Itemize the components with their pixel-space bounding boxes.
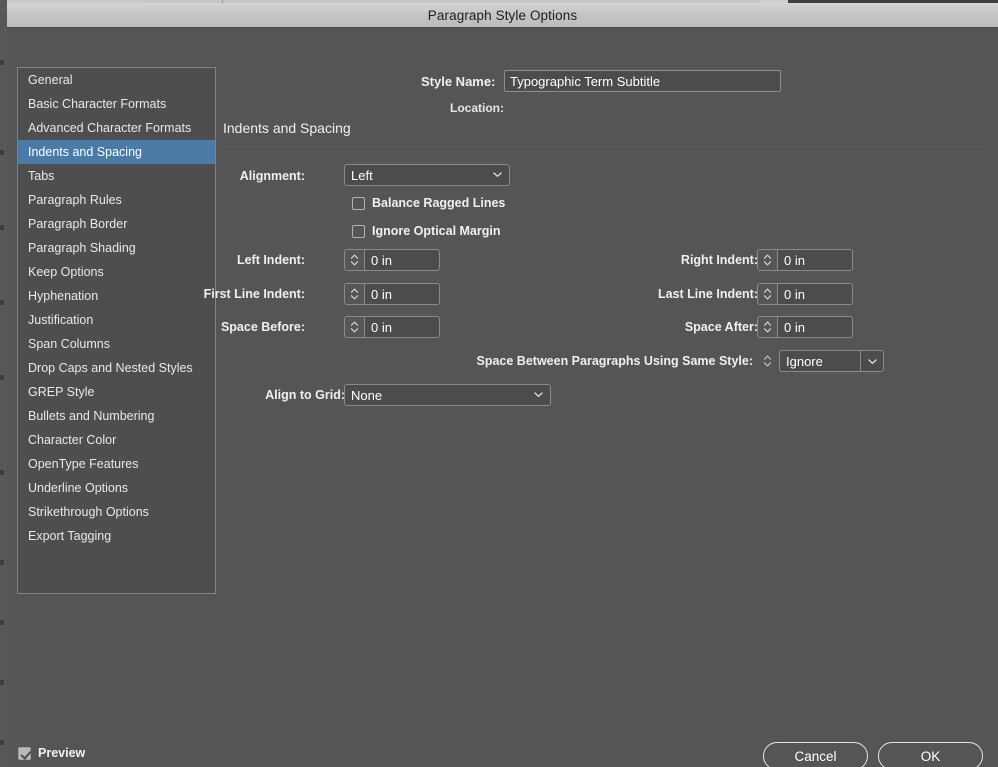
balance-ragged-lines-checkbox[interactable]	[352, 197, 365, 210]
first-line-indent-stepper[interactable]	[345, 284, 365, 304]
sidebar-item-indents-and-spacing[interactable]: Indents and Spacing	[18, 140, 215, 164]
style-name-label: Style Name:	[421, 74, 495, 89]
preview-row[interactable]: Preview	[18, 746, 85, 760]
sidebar-item-character-color[interactable]: Character Color	[18, 428, 215, 452]
background-panel-left-edge	[0, 0, 7, 767]
sidebar-item-span-columns[interactable]: Span Columns	[18, 332, 215, 356]
space-between-same-style-value: Ignore	[780, 351, 860, 371]
ok-button[interactable]: OK	[878, 742, 983, 767]
space-between-same-style-stepper[interactable]	[759, 350, 776, 372]
paragraph-style-options-dialog: Paragraph Style Options General Basic Ch…	[7, 3, 998, 767]
panel-divider	[223, 146, 985, 147]
first-line-indent-field-group[interactable]	[344, 283, 440, 305]
space-before-stepper[interactable]	[345, 317, 365, 337]
dialog-title: Paragraph Style Options	[428, 8, 577, 23]
last-line-indent-input[interactable]	[778, 284, 852, 304]
balance-ragged-lines-row[interactable]: Balance Ragged Lines	[352, 196, 505, 210]
right-indent-input[interactable]	[778, 250, 852, 270]
panel-heading: Indents and Spacing	[223, 120, 351, 136]
right-indent-stepper[interactable]	[758, 250, 778, 270]
sidebar-item-advanced-character-formats[interactable]: Advanced Character Formats	[18, 116, 215, 140]
balance-ragged-lines-label: Balance Ragged Lines	[372, 196, 505, 210]
space-after-field-group[interactable]	[757, 316, 853, 338]
alignment-value: Left	[351, 168, 373, 183]
alignment-select[interactable]: Left	[344, 164, 510, 186]
preview-checkbox[interactable]	[18, 747, 31, 760]
sidebar-item-tabs[interactable]: Tabs	[18, 164, 215, 188]
space-between-same-style-label: Space Between Paragraphs Using Same Styl…	[397, 354, 753, 368]
sidebar-item-basic-character-formats[interactable]: Basic Character Formats	[18, 92, 215, 116]
space-before-label: Space Before:	[187, 320, 305, 334]
first-line-indent-label: First Line Indent:	[177, 287, 305, 301]
preview-label: Preview	[38, 746, 85, 760]
alignment-label: Alignment:	[207, 169, 305, 183]
space-between-same-style-combo[interactable]: Ignore	[779, 350, 884, 372]
ignore-optical-margin-label: Ignore Optical Margin	[372, 224, 501, 238]
first-line-indent-input[interactable]	[365, 284, 439, 304]
sidebar-item-paragraph-border[interactable]: Paragraph Border	[18, 212, 215, 236]
space-before-input[interactable]	[365, 317, 439, 337]
align-to-grid-select[interactable]: None	[344, 384, 551, 406]
space-before-field-group[interactable]	[344, 316, 440, 338]
last-line-indent-label: Last Line Indent:	[547, 287, 758, 301]
sidebar-item-drop-caps-and-nested-styles[interactable]: Drop Caps and Nested Styles	[18, 356, 215, 380]
sidebar-item-bullets-and-numbering[interactable]: Bullets and Numbering	[18, 404, 215, 428]
align-to-grid-label: Align to Grid:	[197, 388, 345, 402]
left-indent-label: Left Indent:	[197, 253, 305, 267]
align-to-grid-value: None	[351, 388, 382, 403]
dialog-body: General Basic Character Formats Advanced…	[7, 28, 998, 767]
chevron-down-icon[interactable]	[860, 351, 883, 371]
last-line-indent-stepper[interactable]	[758, 284, 778, 304]
style-name-input[interactable]	[504, 70, 781, 92]
sidebar-item-grep-style[interactable]: GREP Style	[18, 380, 215, 404]
left-indent-stepper[interactable]	[345, 250, 365, 270]
left-indent-field-group[interactable]	[344, 249, 440, 271]
space-after-label: Space After:	[547, 320, 758, 334]
sidebar-item-opentype-features[interactable]: OpenType Features	[18, 452, 215, 476]
ignore-optical-margin-checkbox[interactable]	[352, 225, 365, 238]
chevron-down-icon	[534, 390, 543, 399]
sidebar-item-paragraph-rules[interactable]: Paragraph Rules	[18, 188, 215, 212]
right-indent-label: Right Indent:	[547, 253, 758, 267]
space-after-stepper[interactable]	[758, 317, 778, 337]
ignore-optical-margin-row[interactable]: Ignore Optical Margin	[352, 224, 501, 238]
chevron-down-icon	[493, 170, 502, 179]
sidebar-item-justification[interactable]: Justification	[18, 308, 215, 332]
dialog-titlebar[interactable]: Paragraph Style Options	[7, 3, 998, 28]
sidebar-item-keep-options[interactable]: Keep Options	[18, 260, 215, 284]
space-after-input[interactable]	[778, 317, 852, 337]
sidebar-item-paragraph-shading[interactable]: Paragraph Shading	[18, 236, 215, 260]
location-label: Location:	[450, 101, 504, 115]
left-indent-input[interactable]	[365, 250, 439, 270]
last-line-indent-field-group[interactable]	[757, 283, 853, 305]
cancel-button[interactable]: Cancel	[763, 742, 868, 767]
sidebar-item-general[interactable]: General	[18, 68, 215, 92]
sidebar-item-export-tagging[interactable]: Export Tagging	[18, 524, 215, 548]
sidebar-item-strikethrough-options[interactable]: Strikethrough Options	[18, 500, 215, 524]
sidebar-item-underline-options[interactable]: Underline Options	[18, 476, 215, 500]
right-indent-field-group[interactable]	[757, 249, 853, 271]
